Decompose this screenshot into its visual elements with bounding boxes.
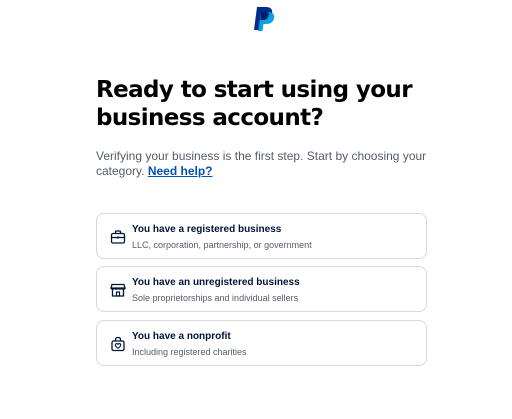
briefcase-icon — [110, 230, 126, 244]
option-title: You have a nonprofit — [132, 331, 231, 342]
option-description: Sole proprietorships and individual sell… — [132, 293, 299, 303]
option-description: Including registered charities — [132, 347, 247, 357]
option-description: LLC, corporation, partnership, or govern… — [132, 240, 312, 250]
page-heading: Ready to start using your business accou… — [96, 77, 413, 131]
option-title: You have a registered business — [132, 224, 282, 235]
option-title: You have an unregistered business — [132, 277, 300, 288]
paypal-logo-icon — [254, 7, 275, 31]
page-subtitle: Verifying your business is the first ste… — [96, 149, 436, 179]
option-unregistered-business[interactable]: You have an unregistered business Sole p… — [96, 266, 427, 312]
storefront-icon — [110, 283, 126, 297]
need-help-link[interactable]: Need help? — [148, 164, 213, 178]
subtitle-text: Verifying your business is the first ste… — [96, 149, 427, 178]
option-nonprofit[interactable]: You have a nonprofit Including registere… — [96, 320, 427, 366]
charity-bag-heart-icon — [111, 336, 125, 352]
option-registered-business[interactable]: You have a registered business LLC, corp… — [96, 213, 427, 259]
business-category-page: Ready to start using your business accou… — [0, 0, 512, 419]
